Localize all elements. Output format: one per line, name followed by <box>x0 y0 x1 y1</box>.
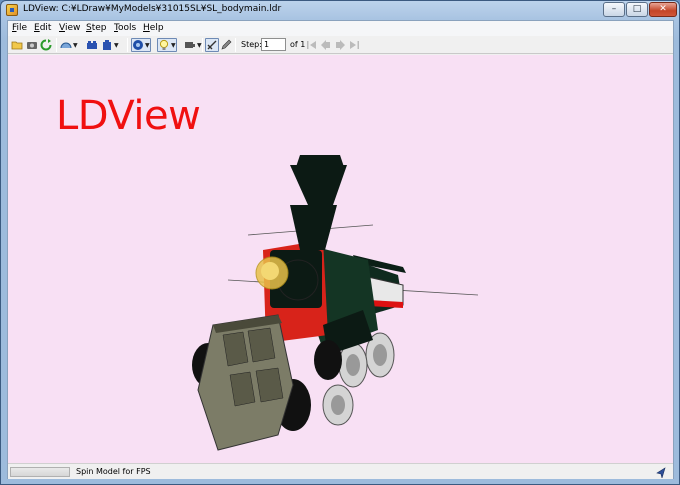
menu-step[interactable]: Step <box>86 23 107 33</box>
menu-help[interactable]: Help <box>143 23 164 33</box>
locomotive-model[interactable] <box>8 55 673 463</box>
reload-icon[interactable] <box>40 38 52 52</box>
client-area: File Edit View Step Tools Help ▼ ▼ ▼ ▼ ▼… <box>7 20 674 479</box>
first-step-icon[interactable] <box>306 38 318 52</box>
view-mode-icon[interactable]: ▼ <box>184 38 202 52</box>
model-viewport[interactable]: LDView <box>8 55 673 463</box>
next-step-icon[interactable] <box>334 38 346 52</box>
parts-list-icon[interactable] <box>86 38 98 52</box>
menu-bar: File Edit View Step Tools Help <box>8 21 673 36</box>
app-window: LDView: C:¥LDraw¥MyModels¥31015SL¥SL_bod… <box>0 0 680 485</box>
export-icon[interactable]: ▼ <box>101 38 119 52</box>
minimize-button[interactable]: – <box>603 2 625 17</box>
window-title: LDView: C:¥LDraw¥MyModels¥31015SL¥SL_bod… <box>23 4 282 14</box>
screenshot-icon[interactable] <box>26 38 38 52</box>
wireframe-icon[interactable]: ▼ <box>131 38 151 52</box>
previous-step-icon[interactable] <box>320 38 332 52</box>
menu-edit[interactable]: Edit <box>34 23 51 33</box>
progress-bar <box>10 467 70 477</box>
menu-view[interactable]: View <box>59 23 80 33</box>
top-view-icon[interactable] <box>205 38 219 52</box>
fly-mode-icon[interactable] <box>655 466 667 478</box>
view-angle-icon[interactable]: ▼ <box>60 38 78 52</box>
open-file-icon[interactable] <box>11 38 23 52</box>
edit-icon[interactable] <box>220 38 232 52</box>
status-text: Spin Model for FPS <box>76 467 151 476</box>
menu-file[interactable]: File <box>12 23 27 33</box>
step-label: Step: <box>241 40 262 49</box>
step-input[interactable] <box>261 38 286 51</box>
title-bar[interactable]: LDView: C:¥LDraw¥MyModels¥31015SL¥SL_bod… <box>1 1 679 20</box>
step-total: of 1 <box>290 40 306 49</box>
last-step-icon[interactable] <box>348 38 360 52</box>
menu-tools[interactable]: Tools <box>114 23 136 33</box>
ldview-app-icon[interactable] <box>6 4 18 16</box>
maximize-button[interactable]: □ <box>626 2 648 17</box>
status-bar: Spin Model for FPS <box>8 463 673 479</box>
toolbar: ▼ ▼ ▼ ▼ ▼ Step: 1 of 1 <box>8 36 673 54</box>
close-button[interactable]: ✕ <box>649 2 677 17</box>
lighting-icon[interactable]: ▼ <box>157 38 177 52</box>
